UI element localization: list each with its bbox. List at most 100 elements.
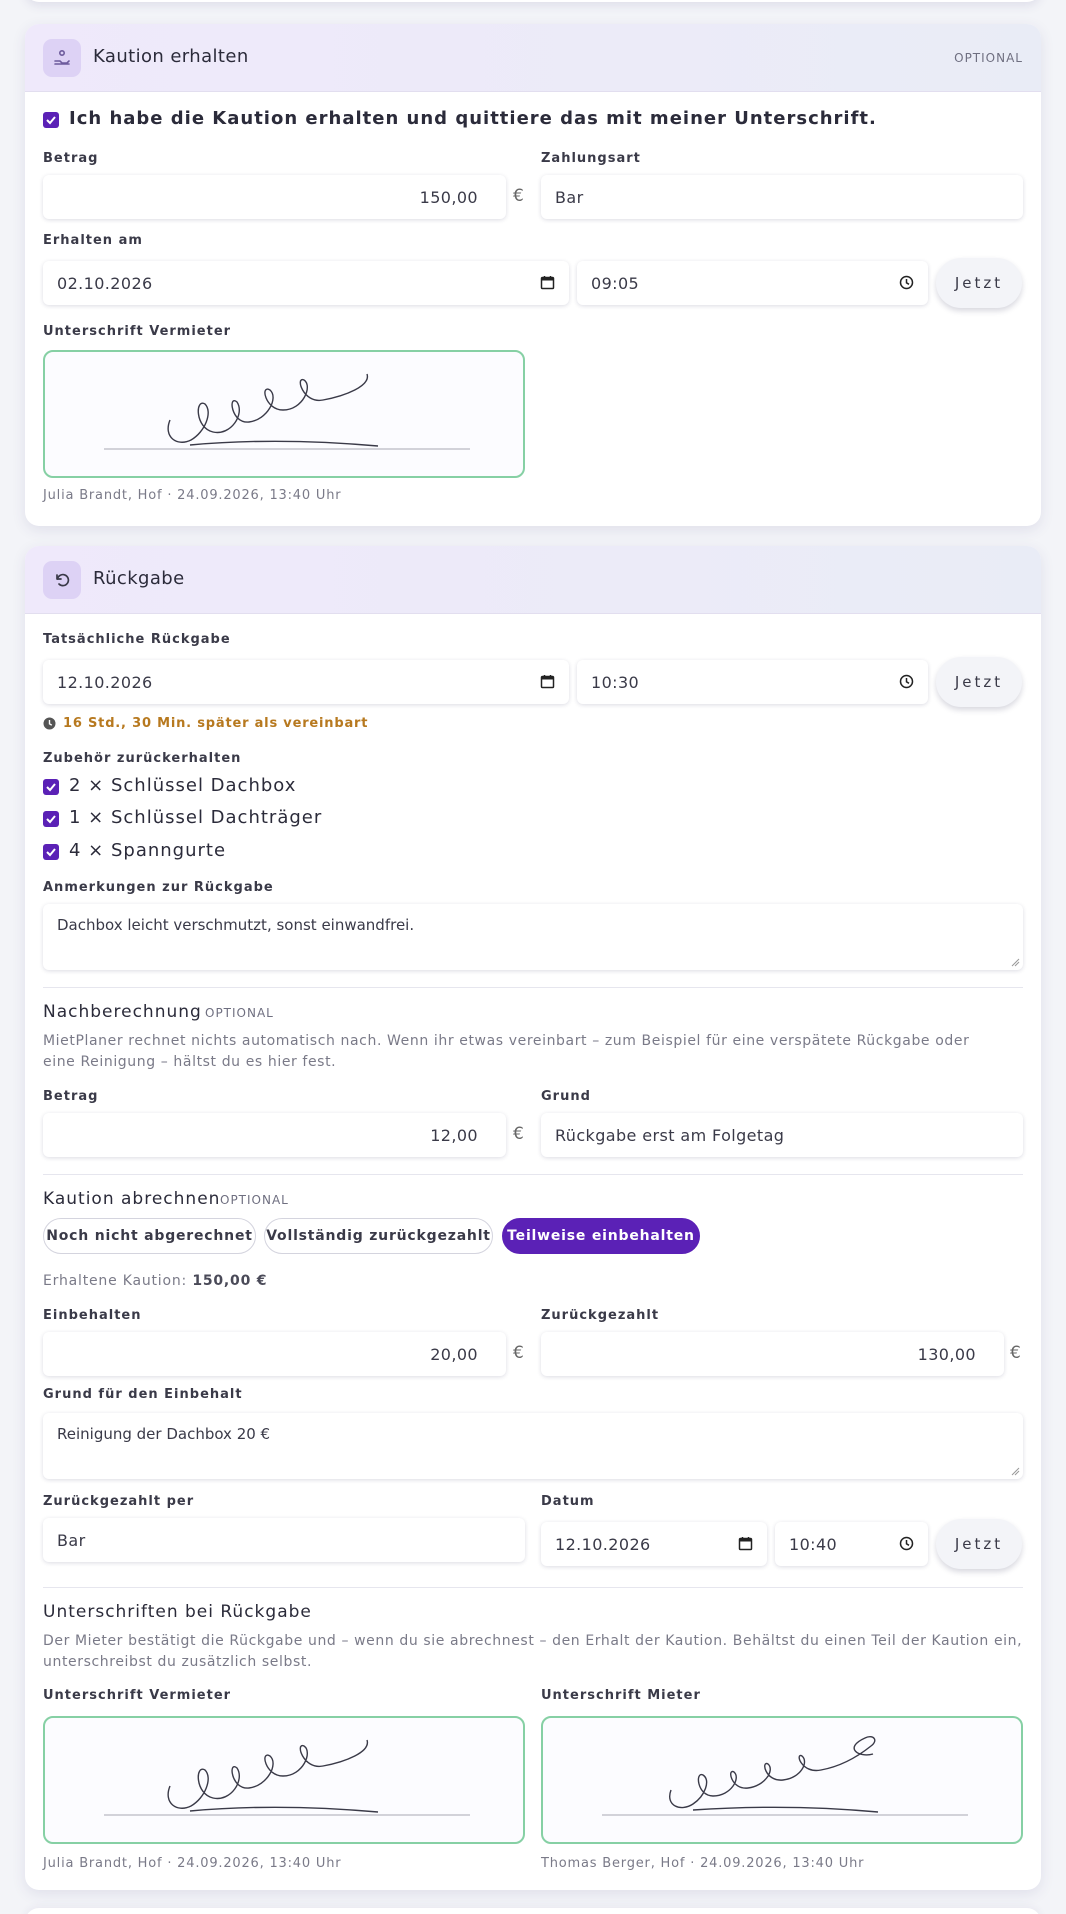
tenant-signature-drawing (602, 1736, 968, 1816)
tenant-signature-pad[interactable] (541, 1716, 1023, 1844)
withheld-amount-input[interactable]: 20,00 (43, 1332, 506, 1376)
accessories-label: Zubehör zurückerhalten (43, 751, 242, 766)
settle-option-partially-withheld[interactable]: Teilweise einbehalten (502, 1218, 700, 1254)
accessory-label: 4 × Spanngurte (69, 840, 227, 861)
payment-method-select[interactable]: Bar (541, 175, 1023, 219)
return-card-title: Rückgabe (93, 568, 185, 589)
landlord-signature-pad[interactable] (43, 350, 525, 478)
settle-date-input[interactable]: 12.10.2026 (541, 1522, 767, 1566)
received-time-value: 09:05 (591, 273, 640, 293)
landlord-signature-caption: Julia Brandt, Hof · 24.09.2026, 13:40 Uh… (43, 488, 342, 503)
currency-symbol: € (513, 186, 524, 206)
received-time-input[interactable]: 09:05 (577, 261, 928, 305)
received-date-value: 02.10.2026 (57, 273, 153, 293)
deposit-confirm-checkbox[interactable] (43, 112, 59, 128)
return-notes-textarea[interactable]: Dachbox leicht verschmutzt, sonst einwan… (43, 904, 1023, 970)
undo-icon (43, 561, 81, 599)
received-deposit-amount: 150,00 € (192, 1273, 268, 1289)
divider (43, 1174, 1023, 1175)
return-signatures-description: Der Mieter bestätigt die Rückgabe und – … (43, 1633, 1023, 1670)
actual-return-date-input[interactable]: 12.10.2026 (43, 660, 569, 704)
currency-symbol: € (1010, 1343, 1021, 1363)
late-return-note: 16 Std., 30 Min. später als vereinbart (63, 716, 369, 731)
settle-deposit-title: Kaution abrechnen (43, 1189, 221, 1209)
clock-icon[interactable] (899, 1536, 914, 1551)
accessory-checkbox[interactable] (43, 844, 59, 860)
recalculation-title: Nachberechnung (43, 1002, 202, 1022)
settle-option-fully-repaid[interactable]: Vollständig zurückgezahlt (264, 1218, 493, 1254)
optional-badge: OPTIONAL (954, 51, 1023, 65)
calendar-icon[interactable] (540, 674, 555, 689)
hand-coin-icon (43, 39, 81, 77)
return-card: Rückgabe Tatsächliche Rückgabe 12.10.202… (25, 546, 1041, 1890)
optional-badge: OPTIONAL (220, 1193, 289, 1207)
received-date-input[interactable]: 02.10.2026 (43, 261, 569, 305)
recalculation-description: MietPlaner rechnet nichts automatisch na… (43, 1033, 970, 1070)
clock-icon[interactable] (899, 275, 914, 290)
landlord-signature-caption: Julia Brandt, Hof · 24.09.2026, 13:40 Uh… (43, 1856, 342, 1871)
now-button[interactable]: Jetzt (936, 258, 1022, 308)
withheld-reason-value: Reinigung der Dachbox 20 € (57, 1425, 271, 1443)
deposit-amount-label: Betrag (43, 151, 99, 166)
withheld-label: Einbehalten (43, 1308, 142, 1323)
accessory-label: 1 × Schlüssel Dachträger (69, 807, 323, 828)
repaid-amount-input[interactable]: 130,00 (541, 1332, 1004, 1376)
clock-icon (43, 717, 56, 730)
deposit-amount-input[interactable]: 150,00 (43, 175, 506, 219)
settle-date-value: 12.10.2026 (555, 1534, 651, 1554)
clock-icon[interactable] (899, 674, 914, 689)
landlord-signature-label: Unterschrift Vermieter (43, 324, 232, 339)
landlord-signature-pad[interactable] (43, 1716, 525, 1844)
recalc-amount-input[interactable]: 12,00 (43, 1113, 506, 1157)
currency-symbol: € (513, 1343, 524, 1363)
now-button[interactable]: Jetzt (936, 657, 1022, 707)
previous-card-edge (25, 0, 1041, 2)
repaid-via-select[interactable]: Bar (43, 1518, 525, 1562)
payment-method-label: Zahlungsart (541, 151, 641, 166)
repaid-via-label: Zurückgezahlt per (43, 1494, 195, 1509)
deposit-card-header: Kaution erhalten OPTIONAL (25, 24, 1041, 92)
settle-option-not-settled[interactable]: Noch nicht abgerechnet (43, 1218, 256, 1254)
accessory-checkbox[interactable] (43, 779, 59, 795)
actual-return-date-value: 12.10.2026 (57, 672, 153, 692)
return-card-header: Rückgabe (25, 546, 1041, 614)
tenant-signature-caption: Thomas Berger, Hof · 24.09.2026, 13:40 U… (541, 1856, 865, 1871)
actual-return-time-input[interactable]: 10:30 (577, 660, 928, 704)
accessory-label: 2 × Schlüssel Dachbox (69, 775, 297, 796)
actual-return-time-value: 10:30 (591, 672, 640, 692)
withheld-reason-label: Grund für den Einbehalt (43, 1387, 243, 1402)
currency-symbol: € (513, 1124, 524, 1144)
settle-time-value: 10:40 (789, 1534, 838, 1554)
divider (43, 987, 1023, 988)
deposit-confirm-label: Ich habe die Kaution erhalten und quitti… (69, 108, 877, 129)
recalc-amount-label: Betrag (43, 1089, 99, 1104)
recalc-reason-input[interactable]: Rückgabe erst am Folgetag (541, 1113, 1023, 1157)
withheld-reason-textarea[interactable]: Reinigung der Dachbox 20 € (43, 1413, 1023, 1479)
now-button[interactable]: Jetzt (936, 1519, 1022, 1569)
return-notes-value: Dachbox leicht verschmutzt, sonst einwan… (57, 916, 415, 934)
optional-badge: OPTIONAL (205, 1006, 274, 1020)
return-signatures-title: Unterschriften bei Rückgabe (43, 1602, 312, 1622)
calendar-icon[interactable] (540, 275, 555, 290)
accessory-checkbox[interactable] (43, 811, 59, 827)
landlord-signature-label: Unterschrift Vermieter (43, 1688, 232, 1703)
received-deposit-prefix: Erhaltene Kaution: (43, 1273, 193, 1289)
settle-date-label: Datum (541, 1494, 595, 1509)
landlord-signature-drawing (104, 373, 470, 450)
deposit-card-title: Kaution erhalten (93, 46, 249, 67)
actual-return-label: Tatsächliche Rückgabe (43, 632, 231, 647)
tenant-signature-label: Unterschrift Mieter (541, 1688, 701, 1703)
next-card-edge (25, 1908, 1041, 1914)
return-notes-label: Anmerkungen zur Rückgabe (43, 880, 274, 895)
divider (43, 1587, 1023, 1588)
repaid-label: Zurückgezahlt (541, 1308, 660, 1323)
received-on-label: Erhalten am (43, 233, 143, 248)
settle-time-input[interactable]: 10:40 (775, 1522, 928, 1566)
received-deposit-info: Erhaltene Kaution: 150,00 € (43, 1273, 267, 1289)
deposit-received-card: Kaution erhalten OPTIONAL Ich habe die K… (25, 24, 1041, 526)
calendar-icon[interactable] (738, 1536, 753, 1551)
recalc-reason-label: Grund (541, 1089, 591, 1104)
resize-grip-icon[interactable] (1011, 958, 1020, 967)
landlord-signature-drawing (104, 1739, 470, 1816)
resize-grip-icon[interactable] (1011, 1467, 1020, 1476)
